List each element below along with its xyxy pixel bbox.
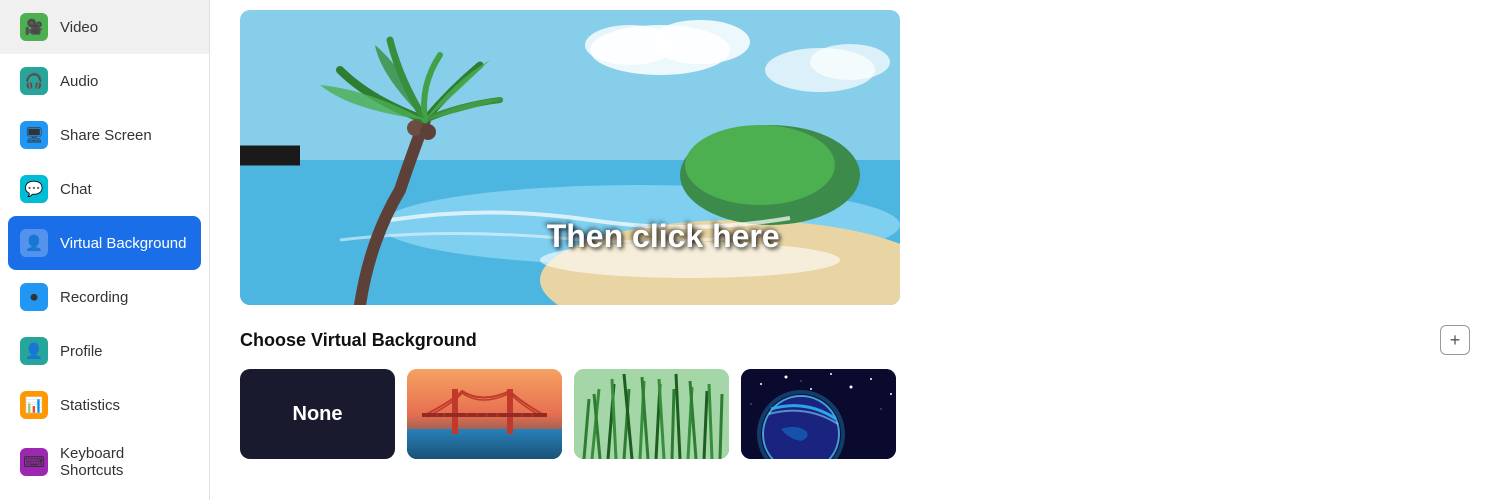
sidebar-item-virtual-background[interactable]: 👤 Virtual Background [8, 216, 201, 270]
thumbnails-row: None [240, 369, 1470, 459]
video-icon: 🎥 [20, 13, 48, 41]
sidebar-item-share-screen[interactable]: 🖥 Share Screen [0, 108, 209, 162]
arrow-indicator [240, 120, 300, 195]
sidebar-item-label-statistics: Statistics [60, 397, 120, 414]
sidebar-item-label-virtual-background: Virtual Background [60, 235, 186, 252]
keyboard-shortcuts-icon: ⌨ [20, 448, 48, 476]
virtual-background-icon: 👤 [20, 229, 48, 257]
sidebar-item-statistics[interactable]: 📊 Statistics [0, 378, 209, 432]
sidebar-item-video[interactable]: 🎥 Video [0, 0, 209, 54]
beach-background [240, 10, 900, 305]
preview-container: Then click here [240, 10, 900, 305]
choose-section: Choose Virtual Background + None [240, 325, 1470, 459]
audio-icon: 🎧 [20, 67, 48, 95]
sidebar-item-profile[interactable]: 👤 Profile [0, 324, 209, 378]
thumbnail-golden[interactable] [407, 369, 562, 459]
choose-title: Choose Virtual Background [240, 330, 477, 351]
sidebar-item-chat[interactable]: 💬 Chat [0, 162, 209, 216]
sidebar-item-label-profile: Profile [60, 343, 103, 360]
sidebar-item-label-recording: Recording [60, 289, 128, 306]
sidebar: 🎥 Video 🎧 Audio 🖥 Share Screen 💬 Chat 👤 Virtual B… [0, 0, 210, 500]
recording-icon: ⏺ [20, 283, 48, 311]
chat-icon: 💬 [20, 175, 48, 203]
sidebar-item-label-audio: Audio [60, 73, 98, 90]
add-background-button[interactable]: + [1440, 325, 1470, 355]
sidebar-item-label-share-screen: Share Screen [60, 127, 152, 144]
share-screen-icon: 🖥 [20, 121, 48, 149]
choose-header: Choose Virtual Background + [240, 325, 1470, 355]
thumbnail-none[interactable]: None [240, 369, 395, 459]
sidebar-item-label-video: Video [60, 19, 98, 36]
sidebar-item-keyboard-shortcuts[interactable]: ⌨ Keyboard Shortcuts [0, 432, 209, 492]
profile-icon: 👤 [20, 337, 48, 365]
instruction-text: Then click here [547, 218, 780, 255]
thumbnail-green[interactable] [574, 369, 729, 459]
sidebar-item-recording[interactable]: ⏺ Recording [0, 270, 209, 324]
sidebar-item-label-chat: Chat [60, 181, 92, 198]
main-content: Then click here Choose Virtual Backgroun… [210, 0, 1500, 500]
sidebar-item-audio[interactable]: 🎧 Audio [0, 54, 209, 108]
content-area: Then click here Choose Virtual Backgroun… [210, 0, 1500, 500]
sidebar-item-label-keyboard-shortcuts: Keyboard Shortcuts [60, 445, 189, 479]
statistics-icon: 📊 [20, 391, 48, 419]
thumbnail-space[interactable] [741, 369, 896, 459]
